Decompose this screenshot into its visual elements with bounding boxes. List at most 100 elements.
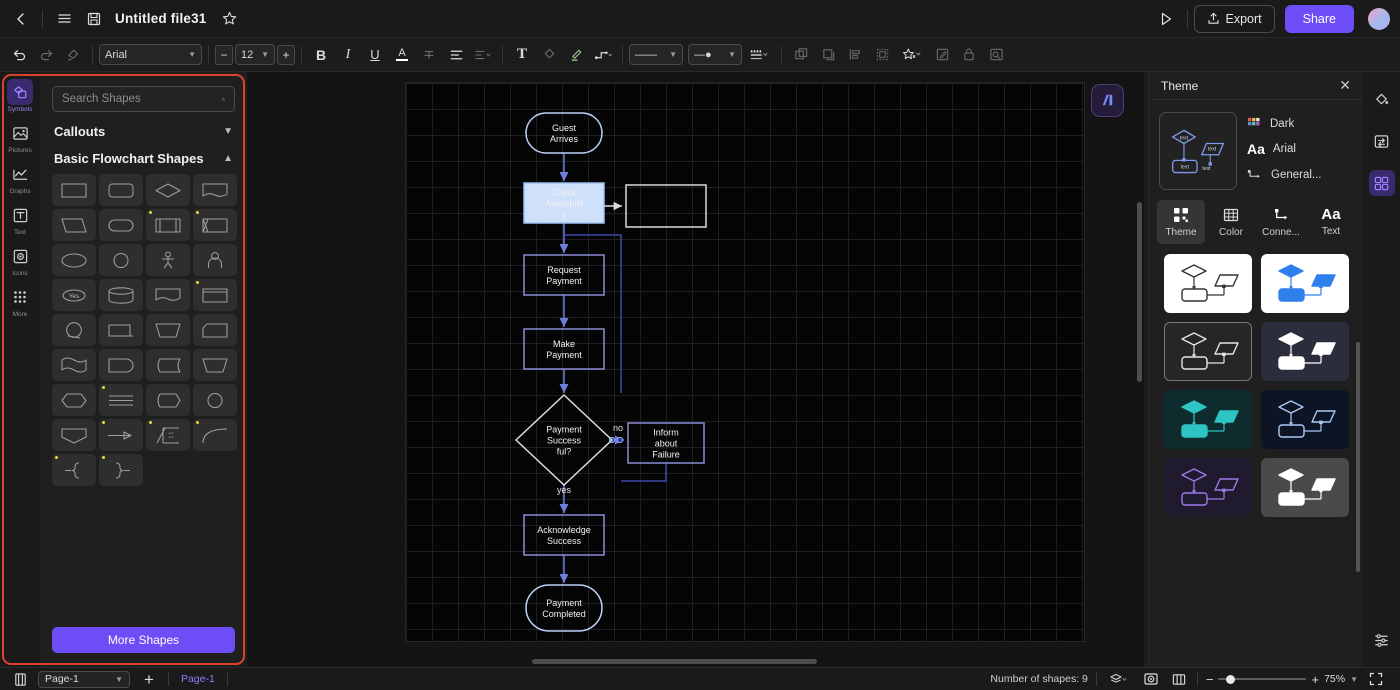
tab-text[interactable]: Aa Text — [1307, 200, 1355, 244]
arrange-button[interactable] — [842, 42, 868, 68]
font-size-select[interactable]: 12 ▼ — [235, 44, 275, 65]
shape-cell-circle[interactable] — [99, 244, 143, 276]
shape-cell-collate-lines[interactable] — [99, 384, 143, 416]
search-input[interactable] — [62, 93, 216, 105]
theme-property-color[interactable]: Dark — [1247, 117, 1353, 130]
duplicate-button[interactable] — [788, 42, 814, 68]
flowchart-node-n8[interactable]: AcknowledgeSuccess — [523, 514, 605, 556]
theme-swatch-theme-purple-outline[interactable] — [1163, 458, 1252, 517]
tab-color[interactable]: Color — [1207, 200, 1255, 244]
zoom-slider-handle[interactable] — [1226, 674, 1236, 684]
shape-cell-circle-outline[interactable] — [193, 384, 237, 416]
diagram-paper[interactable]: Guest Arrives Check Availabilit y Request Paym… — [405, 82, 1085, 642]
flowchart-node-n5[interactable]: MakePayment — [523, 328, 605, 370]
export-button[interactable]: Export — [1193, 4, 1275, 33]
focus-target-button[interactable] — [1141, 669, 1161, 689]
font-color-button[interactable]: A — [389, 42, 415, 68]
shape-cell-hexagon-prep[interactable] — [52, 384, 96, 416]
flowchart-node-n6[interactable]: PaymentSuccessful? — [514, 393, 614, 487]
shape-cell-arc-curve[interactable] — [193, 419, 237, 451]
document-title[interactable]: Untitled file31 — [115, 11, 207, 26]
shape-cell-actor-person[interactable] — [146, 244, 190, 276]
shape-cell-pentagon-home[interactable] — [52, 419, 96, 451]
shape-cell-stadium-terminator[interactable] — [99, 209, 143, 241]
user-avatar[interactable] — [1368, 7, 1390, 30]
theme-swatch-theme-grey-white[interactable] — [1260, 458, 1349, 517]
fullscreen-button[interactable] — [1366, 669, 1386, 689]
shape-cell-wave-document[interactable] — [52, 349, 96, 381]
theme-property-font[interactable]: Aa Arial — [1247, 141, 1353, 157]
shape-cell-rounded-rectangle[interactable] — [99, 174, 143, 206]
format-painter-button[interactable] — [60, 42, 86, 68]
add-page-button[interactable]: + — [138, 671, 160, 688]
fill-color-button[interactable] — [536, 42, 562, 68]
chevron-down-icon[interactable]: ▼ — [1350, 675, 1358, 684]
font-size-decrease-button[interactable]: − — [215, 44, 233, 65]
save-button[interactable] — [79, 4, 109, 34]
page-tab-page-1[interactable]: Page-1 — [177, 673, 219, 685]
shape-cell-right-brace[interactable] — [99, 454, 143, 486]
columns-view-button[interactable] — [1169, 669, 1189, 689]
shape-cell-ellipse-connector[interactable] — [52, 244, 96, 276]
shape-cell-trapezoid-manual[interactable] — [146, 314, 190, 346]
rail-item-more[interactable]: More — [3, 284, 37, 318]
apps-grid-button[interactable] — [1368, 170, 1395, 196]
fill-bucket-button[interactable] — [1369, 86, 1395, 112]
theme-swatch-theme-white-outline[interactable] — [1163, 254, 1252, 313]
zoom-value[interactable]: 75% — [1324, 673, 1345, 685]
canvas-area[interactable]: Guest Arrives Check Availabilit y Request Paym… — [247, 72, 1144, 667]
tab-theme[interactable]: Theme — [1157, 200, 1205, 244]
share-button[interactable]: Share — [1284, 4, 1354, 33]
font-family-select[interactable]: Arial ▼ — [99, 44, 202, 65]
align-button[interactable] — [443, 42, 469, 68]
underline-button[interactable]: U — [362, 42, 388, 68]
search-shapes-box[interactable] — [52, 86, 235, 112]
theme-property-connector[interactable]: General... — [1247, 168, 1353, 181]
properties-list-button[interactable] — [1369, 627, 1395, 653]
zoom-slider[interactable] — [1218, 674, 1307, 684]
shape-cell-decision-diamond[interactable] — [146, 174, 190, 206]
flowchart-node-n2[interactable]: CheckAvailability — [523, 182, 605, 224]
theme-panel-scrollbar[interactable] — [1356, 342, 1360, 572]
flowchart-node-n7[interactable]: InformaboutFailure — [627, 422, 705, 464]
flowchart-node-n9[interactable]: PaymentCompleted — [525, 584, 603, 632]
shape-cell-predefined-process[interactable] — [146, 209, 190, 241]
theme-swatch-theme-navy-outline[interactable] — [1260, 390, 1349, 449]
shape-cell-parallelogram-data[interactable] — [52, 209, 96, 241]
shape-cell-multi-document[interactable] — [146, 279, 190, 311]
shape-cell-stored-data[interactable] — [146, 349, 190, 381]
shape-cell-left-brace[interactable] — [52, 454, 96, 486]
flowchart-node-n1[interactable]: GuestArrives — [525, 112, 603, 154]
text-position-button[interactable] — [470, 42, 496, 68]
edit-button[interactable] — [929, 42, 955, 68]
line-style-select[interactable]: —— ▼ — [629, 44, 683, 65]
bold-button[interactable]: B — [308, 42, 334, 68]
swap-replace-button[interactable] — [1369, 128, 1395, 154]
present-button[interactable] — [1151, 4, 1181, 34]
shape-cell-arrow-line[interactable] — [99, 419, 143, 451]
theme-swatch-theme-dark-outline[interactable] — [1163, 322, 1252, 381]
shape-cell-delay-shape[interactable] — [99, 349, 143, 381]
connector-style-button[interactable] — [590, 42, 616, 68]
back-button[interactable] — [6, 4, 36, 34]
find-replace-button[interactable] — [983, 42, 1009, 68]
shape-cell-internal-storage[interactable] — [193, 209, 237, 241]
zoom-in-button[interactable]: + — [1311, 672, 1319, 687]
close-icon[interactable]: ✕ — [1339, 77, 1351, 94]
line-weight-button[interactable] — [743, 42, 775, 68]
copy-button[interactable] — [815, 42, 841, 68]
shape-cell-annotation-note[interactable]: text text — [146, 419, 190, 451]
shape-cell-circle-offpage[interactable] — [52, 314, 96, 346]
theme-preview[interactable]: text text text text — [1159, 112, 1237, 190]
theme-swatch-theme-teal-fill[interactable] — [1163, 390, 1252, 449]
lock-button[interactable] — [956, 42, 982, 68]
shape-cell-document-wave[interactable] — [193, 174, 237, 206]
shape-cell-display-shape[interactable] — [146, 384, 190, 416]
rail-item-pictures[interactable]: Pictures — [3, 120, 37, 154]
flowchart-node-n3[interactable] — [625, 184, 707, 228]
undo-button[interactable] — [6, 42, 32, 68]
favorite-button[interactable] — [215, 4, 245, 34]
more-shapes-button[interactable]: More Shapes — [52, 627, 235, 653]
shape-cell-angled-corner[interactable] — [193, 314, 237, 346]
italic-button[interactable]: I — [335, 42, 361, 68]
